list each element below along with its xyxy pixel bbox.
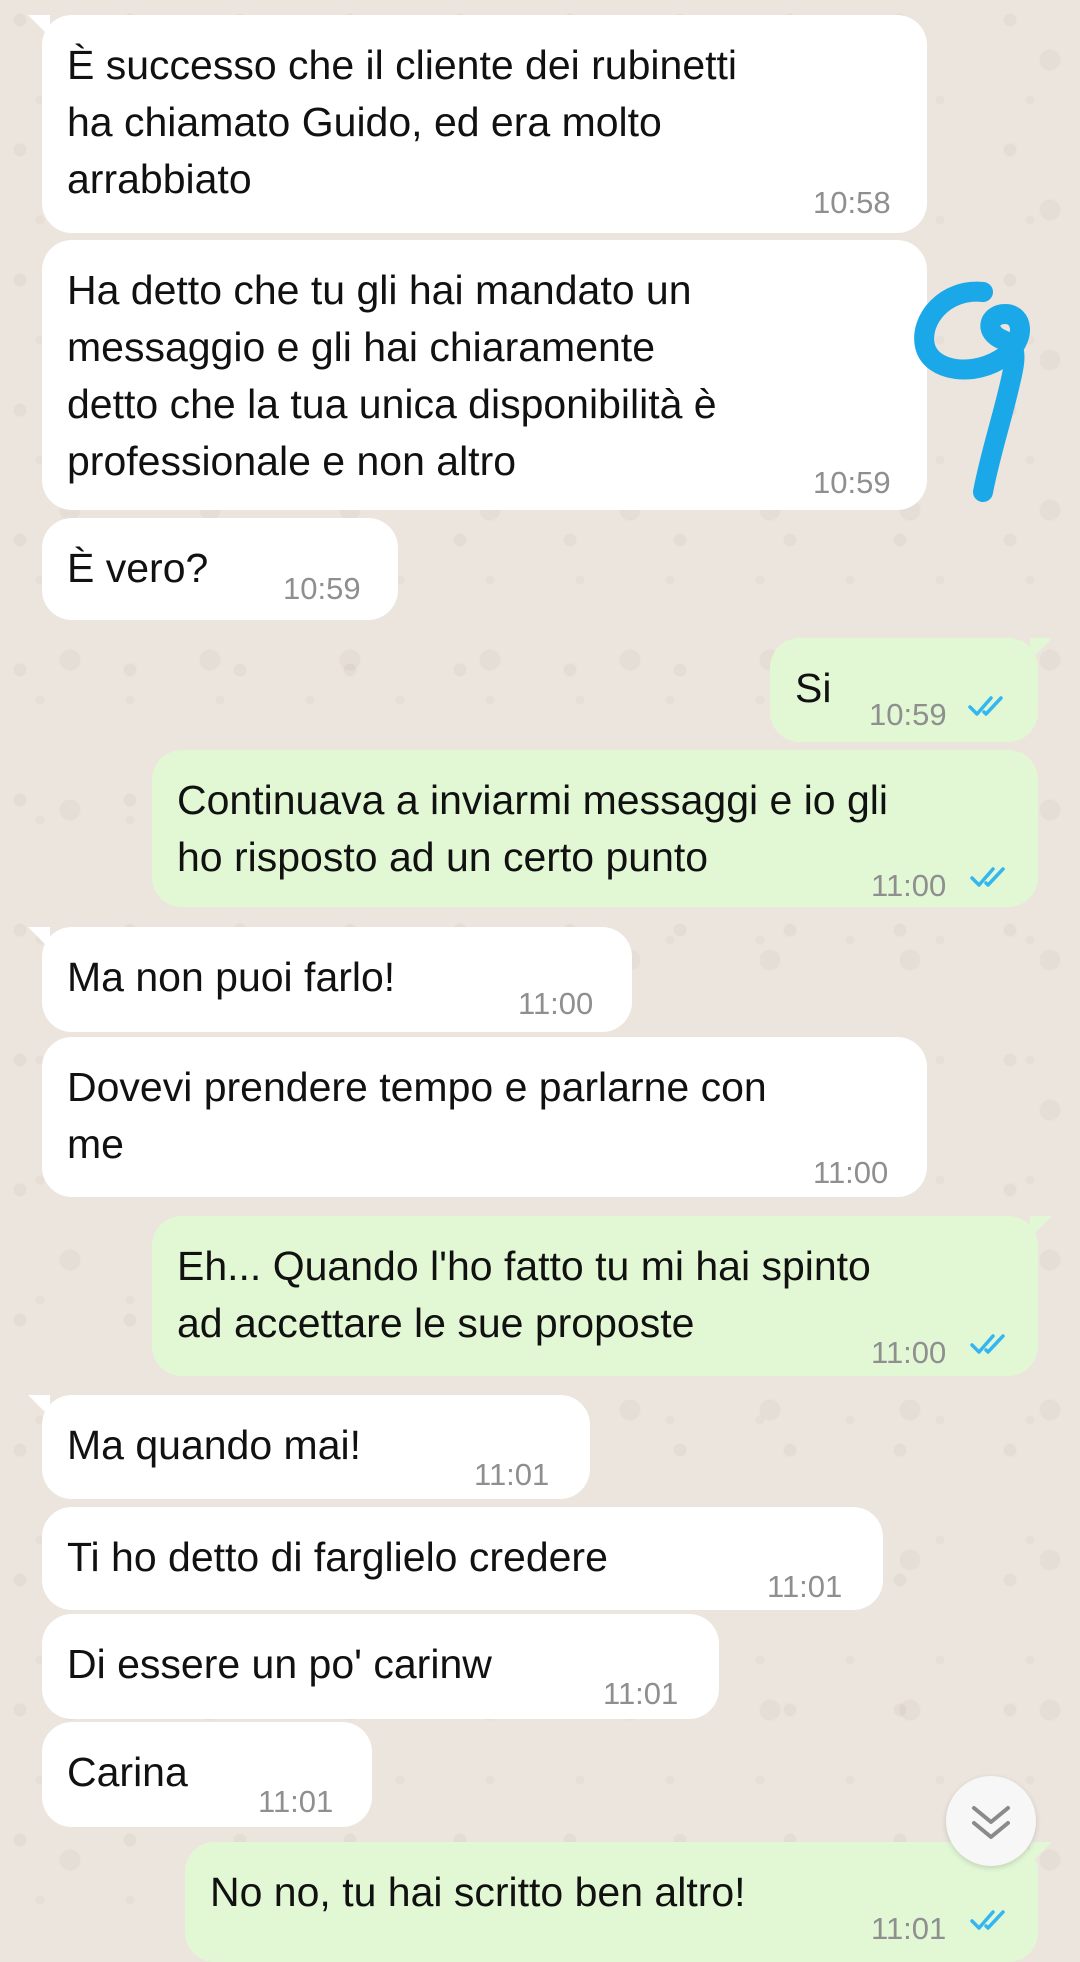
message-timestamp: 11:01	[474, 1457, 550, 1492]
message-text-line: Dovevi prendere tempo e parlarne con	[67, 1064, 767, 1110]
message-text-line: È successo che il cliente dei rubinetti	[67, 42, 738, 88]
message-text-line: professionale e non altro	[67, 438, 517, 484]
message-text-line: Carina	[67, 1749, 188, 1795]
incoming-message-bubble[interactable]: Di essere un po' carinw 11:01	[42, 1614, 719, 1719]
message-timestamp: 11:01	[871, 1911, 947, 1946]
message-text-line: me	[67, 1121, 124, 1167]
bubble-tail	[28, 927, 50, 949]
message-timestamp: 10:59	[869, 697, 947, 732]
scroll-to-bottom-button[interactable]	[946, 1776, 1036, 1866]
message-text-line: Di essere un po' carinw	[67, 1641, 492, 1687]
read-receipt-double-check-icon	[970, 867, 1005, 887]
message-text-line: Ha detto che tu gli hai mandato un	[67, 267, 692, 313]
message-timestamp: 11:01	[767, 1569, 843, 1604]
bubble-tail	[28, 15, 50, 37]
bubble-tail	[1030, 1216, 1052, 1238]
message-text-line: ho risposto ad un certo punto	[177, 834, 709, 880]
message-timestamp: 11:00	[871, 1335, 947, 1370]
incoming-message-bubble[interactable]: Ti ho detto di farglielo credere 11:01	[42, 1507, 883, 1610]
incoming-message-bubble[interactable]: È vero? 10:59	[42, 518, 398, 620]
message-timestamp: 11:00	[813, 1155, 889, 1190]
message-text-line: Ti ho detto di farglielo credere	[67, 1534, 608, 1580]
outgoing-message-bubble[interactable]: No no, tu hai scritto ben altro! 11:01	[185, 1842, 1038, 1962]
message-text-line: Si	[795, 665, 832, 711]
incoming-message-bubble[interactable]: Ma quando mai! 11:01	[42, 1395, 590, 1499]
message-text-line: Eh... Quando l'ho fatto tu mi hai spinto	[177, 1243, 871, 1289]
outgoing-message-bubble[interactable]: Si 10:59	[770, 638, 1038, 742]
outgoing-message-bubble[interactable]: Eh... Quando l'ho fatto tu mi hai spinto…	[152, 1216, 1038, 1376]
double-chevron-down-icon	[972, 1806, 1010, 1839]
handwritten-nine-annotation	[914, 281, 1030, 502]
message-text-line: Ma quando mai!	[67, 1422, 362, 1468]
message-text-line: messaggio e gli hai chiaramente	[67, 324, 655, 370]
bubble-tail	[1030, 638, 1052, 660]
message-text-line: Continuava a inviarmi messaggi e io gli	[177, 777, 889, 823]
read-receipt-double-check-icon	[968, 696, 1003, 716]
message-timestamp: 10:59	[283, 571, 361, 606]
message-timestamp: 10:59	[813, 465, 891, 500]
message-text-line: detto che la tua unica disponibilità è	[67, 381, 717, 427]
message-text-line: È vero?	[67, 545, 209, 591]
message-text-line: ha chiamato Guido, ed era molto	[67, 99, 662, 145]
incoming-message-bubble[interactable]: Dovevi prendere tempo e parlarne con me 11…	[42, 1037, 927, 1197]
message-text-line: Ma non puoi farlo!	[67, 954, 396, 1000]
bubble-tail	[28, 1395, 50, 1417]
incoming-message-bubble[interactable]: Carina 11:01	[42, 1722, 372, 1827]
message-timestamp: 11:00	[518, 986, 594, 1021]
read-receipt-double-check-icon	[970, 1910, 1005, 1930]
message-timestamp: 11:01	[258, 1784, 334, 1819]
message-text-line: arrabbiato	[67, 156, 252, 202]
message-text-line: No no, tu hai scritto ben altro!	[210, 1869, 746, 1915]
message-timestamp: 10:58	[813, 185, 891, 220]
incoming-message-bubble[interactable]: È successo che il cliente dei rubinetti h…	[42, 15, 927, 233]
outgoing-message-bubble[interactable]: Continuava a inviarmi messaggi e io gli h…	[152, 750, 1038, 907]
message-text-line: ad accettare le sue proposte	[177, 1300, 695, 1346]
message-timestamp: 11:01	[603, 1676, 679, 1711]
read-receipt-double-check-icon	[970, 1334, 1005, 1354]
incoming-message-bubble[interactable]: Ha detto che tu gli hai mandato un messag…	[42, 240, 927, 510]
message-timestamp: 11:00	[871, 868, 947, 903]
incoming-message-bubble[interactable]: Ma non puoi farlo! 11:00	[42, 927, 632, 1032]
